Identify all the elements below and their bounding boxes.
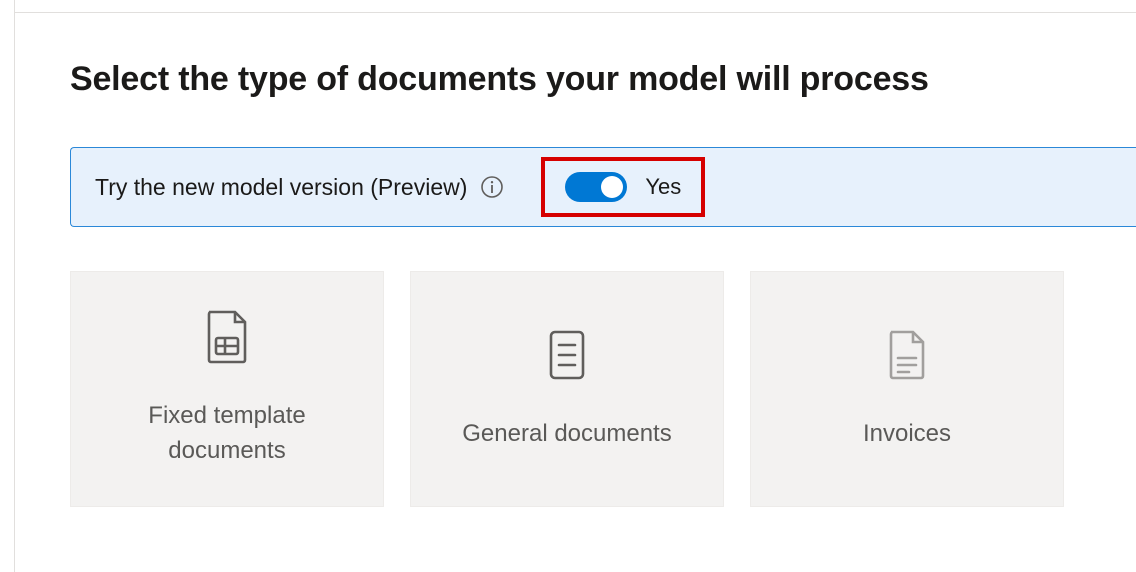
toggle-knob [601,176,623,198]
page-lines-icon [543,327,591,383]
card-general-documents[interactable]: General documents [410,271,724,507]
card-label: Fixed template documents [91,399,363,469]
card-label: General documents [462,417,671,452]
annotation-highlight: Yes [541,157,705,217]
document-type-cards: Fixed template documents General documen… [70,271,1136,507]
toggle-state-label: Yes [645,174,681,200]
preview-banner: Try the new model version (Preview) Yes [70,147,1136,227]
preview-label: Try the new model version (Preview) [95,174,467,201]
info-icon[interactable] [481,176,503,198]
page-title: Select the type of documents your model … [70,60,1136,99]
top-divider [14,12,1136,13]
page-invoice-icon [883,327,931,383]
card-invoices[interactable]: Invoices [750,271,1064,507]
card-fixed-template[interactable]: Fixed template documents [70,271,384,507]
page-grid-icon [203,309,251,365]
left-divider [14,0,15,572]
preview-toggle[interactable] [565,172,627,202]
card-label: Invoices [863,417,951,452]
